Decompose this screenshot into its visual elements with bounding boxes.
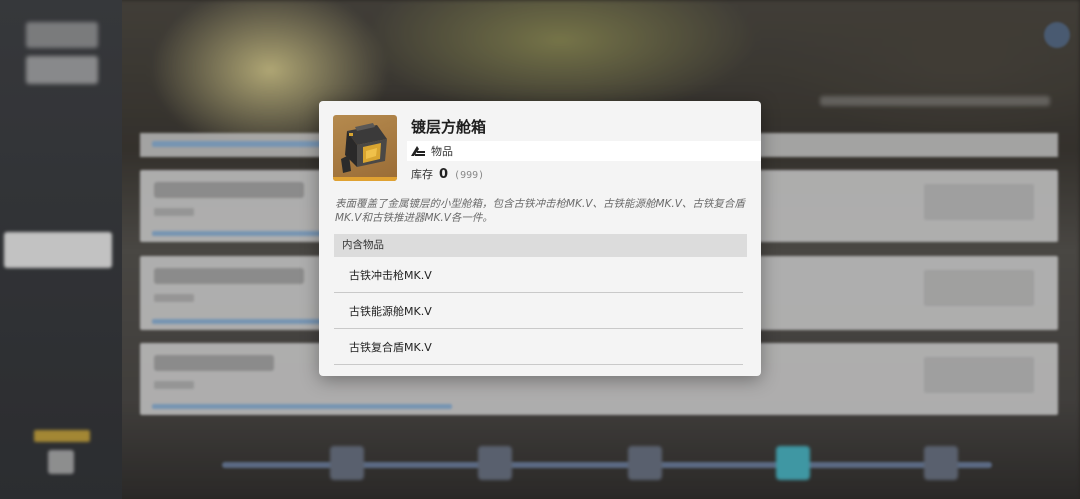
list-item[interactable]: 古铁复合盾MK.V (334, 329, 743, 365)
contents-list[interactable]: 古铁冲击枪MK.V 古铁能源舱MK.V 古铁复合盾MK.V (334, 257, 743, 376)
stock-row: 库存 0 (999) (411, 166, 484, 182)
item-category-icon (411, 146, 425, 156)
stock-count: 0 (439, 167, 449, 182)
item-type-row: 物品 (407, 141, 761, 161)
stock-label: 库存 (411, 168, 433, 181)
item-description: 表面覆盖了金属镀层的小型舱箱，包含古铁冲击枪MK.V、古铁能源舱MK.V、古铁复… (335, 198, 745, 224)
list-item-partial (334, 365, 743, 376)
item-name: 镀层方舱箱 (411, 118, 487, 136)
list-item[interactable]: 古铁冲击枪MK.V (334, 257, 743, 293)
item-type-label: 物品 (431, 145, 453, 158)
item-detail-popup: 镀层方舱箱 物品 库存 0 (999) 表面覆盖了金属镀层的小型舱箱，包含古铁冲… (319, 101, 761, 376)
list-item[interactable]: 古铁能源舱MK.V (334, 293, 743, 329)
contents-header: 内含物品 (334, 234, 747, 257)
stock-max: (999) (454, 170, 485, 181)
armored-case-icon (333, 115, 397, 181)
